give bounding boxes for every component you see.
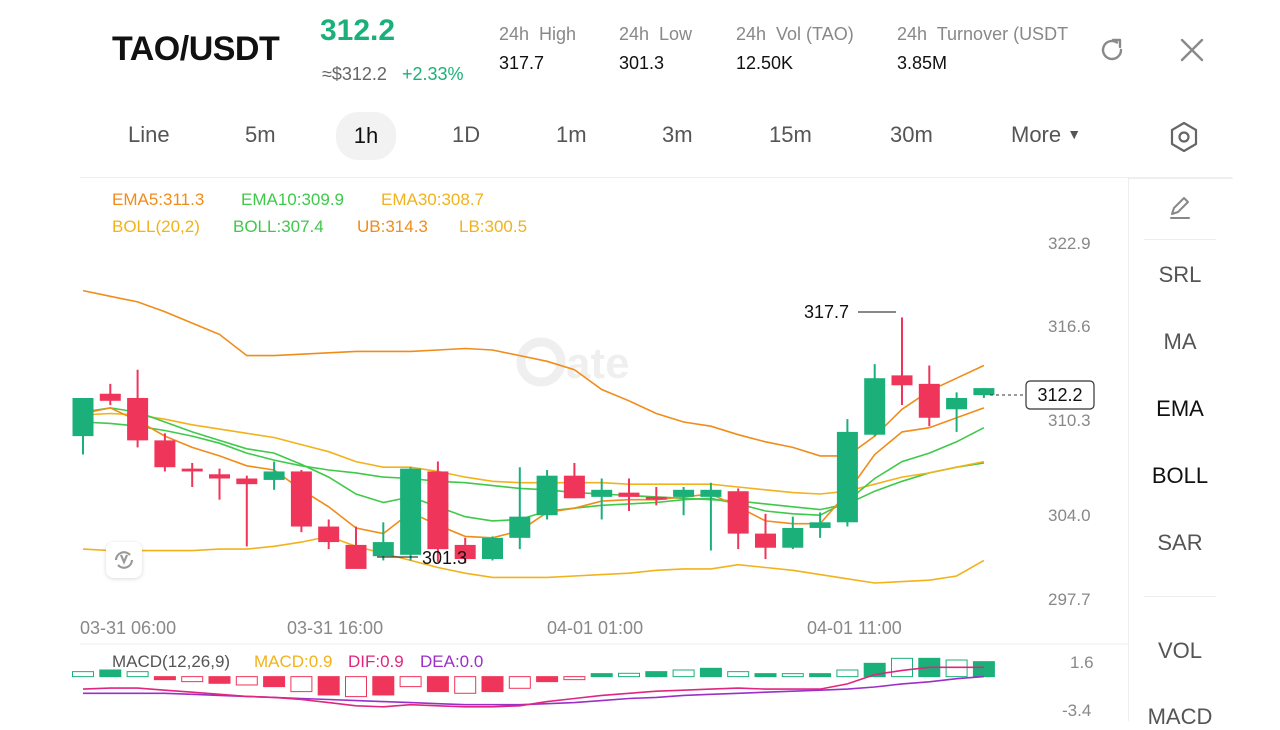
macd-histogram-bar (645, 671, 668, 678)
macd-histogram-bar (372, 676, 395, 696)
macd-histogram-bar (618, 672, 640, 678)
macd-histogram-bar (153, 676, 176, 681)
macd-histogram-bar (345, 676, 367, 698)
candle-body (263, 471, 285, 480)
macd-histogram-bar (699, 667, 722, 678)
macd-histogram-bar (181, 676, 204, 683)
macd-histogram-bar (235, 676, 258, 686)
macd-histogram-bar (781, 673, 804, 678)
candle-body (536, 475, 558, 516)
sidebar-divider-1 (1144, 239, 1216, 240)
macd-histogram-bar (836, 669, 859, 678)
sidebar-item-sar[interactable]: SAR (1130, 530, 1230, 556)
macd-histogram-bar (290, 676, 313, 693)
close-icon[interactable] (1176, 34, 1208, 66)
sidebar-item-boll[interactable]: BOLL (1130, 463, 1230, 489)
macd-histogram-bar (891, 657, 913, 678)
candle-body (209, 474, 230, 479)
candle-body (755, 533, 776, 548)
sidebar-item-vol[interactable]: VOL (1130, 638, 1230, 664)
high-annotation: 317.7 (804, 302, 849, 322)
macd-histogram-bar (536, 676, 559, 683)
dif-value: DIF:0.9 (348, 652, 404, 671)
candle-body (946, 397, 968, 410)
sidebar-item-ma[interactable]: MA (1130, 329, 1230, 355)
candle-body (836, 431, 858, 523)
macd-histogram-bar (426, 676, 449, 693)
candle-body (727, 491, 749, 534)
candle-body (509, 516, 531, 538)
reset-view-icon[interactable] (106, 542, 142, 578)
candle-body (618, 492, 640, 497)
macd-histogram-bar (754, 673, 777, 678)
macd-histogram-bar (563, 676, 586, 681)
candle-body (345, 544, 367, 569)
candle-body (290, 471, 312, 527)
candle-body (127, 397, 149, 441)
macd-histogram-bar (590, 673, 613, 678)
candle-body (99, 393, 121, 401)
settings-hexagon-icon[interactable] (1168, 120, 1200, 154)
macd-histogram-bar (454, 676, 477, 694)
candle-body (400, 468, 422, 555)
candle-body (700, 489, 722, 497)
pencil-draw-icon[interactable] (1166, 194, 1194, 222)
macd-histogram-bar (72, 671, 94, 678)
macd-histogram-bar (126, 671, 149, 678)
candle-body (427, 471, 449, 550)
sidebar-divider-2 (1144, 596, 1216, 597)
candle-body (782, 527, 804, 548)
candle-body (809, 522, 831, 528)
macd-histogram-bar (727, 671, 750, 678)
macd-histogram-bar (672, 669, 695, 678)
candle-body (563, 475, 585, 499)
macd-histogram-bar (972, 661, 995, 678)
candle-body (482, 537, 503, 560)
low-annotation: 301.3 (422, 548, 467, 568)
dea-value: DEA:0.0 (420, 652, 484, 671)
candle-body (864, 378, 886, 435)
macd-histogram-bar (481, 676, 504, 693)
macd-histogram-bar (508, 676, 531, 689)
candle-body (645, 496, 667, 500)
macd-value: MACD:0.9 (254, 652, 333, 671)
candle-body (891, 375, 913, 386)
macd-histogram-bar (208, 676, 231, 684)
candle-body (673, 489, 695, 497)
sidebar-item-ema[interactable]: EMA (1130, 396, 1230, 422)
candle-body (181, 468, 203, 472)
candlestick-chart[interactable]: ate 317.7 301.3 312.2 (0, 0, 1128, 720)
macd-axis-bottom: -3.4 (1062, 701, 1092, 720)
candle-body (154, 440, 176, 468)
candle-body (372, 542, 394, 557)
candle-body (973, 388, 995, 396)
sidebar-item-macd[interactable]: MACD (1130, 704, 1230, 730)
candle-body (591, 489, 613, 497)
macd-histogram-bar (945, 659, 968, 678)
macd-histogram-bar (317, 676, 340, 696)
macd-histogram-bar (263, 676, 286, 688)
candle-body (72, 397, 94, 437)
macd-axis-top: 1.6 (1070, 653, 1094, 672)
svg-text:ate: ate (566, 339, 630, 388)
candle-body (236, 478, 258, 485)
candle-body (918, 383, 940, 418)
boll-lower-line (82, 535, 985, 584)
macd-histogram-bar (399, 676, 422, 688)
watermark-logo: ate (516, 337, 630, 388)
candle-body (318, 526, 340, 543)
macd-params: MACD(12,26,9) (112, 652, 231, 671)
macd-histogram-bar (809, 673, 832, 678)
last-price-tag-value: 312.2 (1037, 385, 1082, 405)
sidebar-item-srl[interactable]: SRL (1130, 262, 1230, 288)
